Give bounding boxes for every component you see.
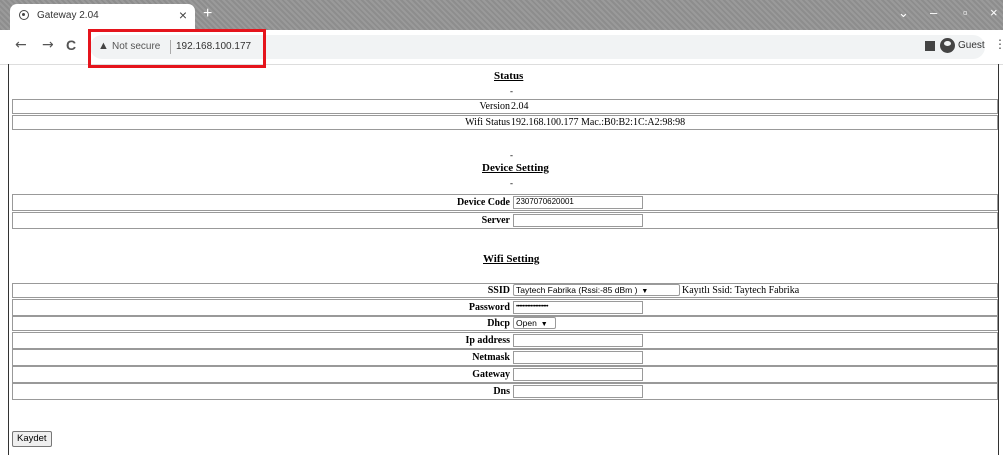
reload-icon[interactable]: C bbox=[66, 37, 76, 53]
gateway-row: Gateway bbox=[12, 366, 998, 383]
netmask-input[interactable] bbox=[513, 351, 643, 364]
server-input[interactable] bbox=[513, 214, 643, 227]
wifi-status-value: 192.168.100.177 Mac.:B0:B2:1C:A2:98:98 bbox=[511, 117, 686, 128]
globe-icon bbox=[19, 10, 29, 20]
save-button[interactable]: Kaydet bbox=[12, 431, 52, 447]
side-panel-icon[interactable] bbox=[925, 41, 935, 51]
wifi-status-label: Wifi Status bbox=[465, 117, 510, 128]
saved-ssid-note: Kayıtlı Ssid: Taytech Fabrika bbox=[682, 285, 800, 296]
server-label: Server bbox=[481, 215, 510, 226]
device-code-input[interactable]: 2307070620001 bbox=[513, 196, 643, 209]
minimize-icon[interactable]: – bbox=[930, 5, 937, 20]
device-code-label: Device Code bbox=[456, 197, 510, 208]
version-label: Version bbox=[479, 101, 510, 112]
chevron-down-icon: ▼ bbox=[641, 288, 649, 295]
tab-search-icon[interactable]: ⌄ bbox=[898, 5, 909, 21]
server-row: Server bbox=[12, 212, 998, 229]
browser-tab[interactable]: Gateway 2.04 × bbox=[10, 4, 195, 30]
password-input[interactable]: •••••••••••••••••••• bbox=[513, 301, 643, 314]
gateway-input[interactable] bbox=[513, 368, 643, 381]
ip-address-label: Ip address bbox=[465, 335, 510, 346]
page-frame-right bbox=[998, 64, 999, 455]
dhcp-row: Dhcp Open ▼ bbox=[12, 316, 998, 331]
page-frame-left bbox=[8, 64, 9, 455]
device-dash-bottom: - bbox=[510, 178, 513, 188]
password-label: Password bbox=[468, 302, 510, 313]
profile-avatar-icon[interactable] bbox=[940, 38, 955, 53]
device-dash-top: - bbox=[510, 150, 513, 160]
dns-label: Dns bbox=[493, 386, 510, 397]
status-heading: Status bbox=[494, 70, 524, 82]
chevron-down-icon: ▼ bbox=[540, 321, 548, 328]
version-value: 2.04 bbox=[511, 101, 529, 112]
status-dash: - bbox=[510, 86, 513, 96]
ssid-row: SSID Taytech Fabrika (Rssi:-85 dBm ) ▼ Ka… bbox=[12, 283, 998, 298]
dns-input[interactable] bbox=[513, 385, 643, 398]
device-code-row: Device Code 2307070620001 bbox=[12, 194, 998, 211]
tab-close-icon[interactable]: × bbox=[179, 7, 187, 23]
ssid-label: SSID bbox=[487, 285, 510, 296]
version-row: Version 2.04 bbox=[12, 99, 998, 114]
new-tab-button[interactable]: + bbox=[203, 5, 212, 23]
tab-strip: Gateway 2.04 × + ⌄ – ▫ × bbox=[0, 0, 1003, 30]
profile-label[interactable]: Guest bbox=[958, 40, 985, 51]
ssid-selected-value: Taytech Fabrika (Rssi:-85 dBm ) bbox=[516, 285, 638, 295]
dns-row: Dns bbox=[12, 383, 998, 400]
password-row: Password •••••••••••••••••••• bbox=[12, 299, 998, 316]
close-window-icon[interactable]: × bbox=[990, 5, 998, 20]
netmask-row: Netmask bbox=[12, 349, 998, 366]
tab-title: Gateway 2.04 bbox=[37, 10, 99, 21]
menu-icon[interactable]: ⋮ bbox=[994, 37, 1003, 51]
maximize-icon[interactable]: ▫ bbox=[963, 5, 968, 20]
ip-address-input[interactable] bbox=[513, 334, 643, 347]
ip-address-row: Ip address bbox=[12, 332, 998, 349]
dhcp-selected-value: Open bbox=[516, 318, 537, 328]
device-setting-heading: Device Setting bbox=[482, 162, 549, 174]
highlight-box bbox=[88, 29, 266, 68]
dhcp-label: Dhcp bbox=[487, 318, 510, 329]
back-icon[interactable]: ← bbox=[15, 37, 27, 53]
wifi-setting-heading: Wifi Setting bbox=[483, 253, 540, 265]
wifi-status-row: Wifi Status 192.168.100.177 Mac.:B0:B2:1… bbox=[12, 115, 998, 130]
netmask-label: Netmask bbox=[472, 352, 510, 363]
forward-icon[interactable]: → bbox=[42, 37, 54, 53]
ssid-select[interactable]: Taytech Fabrika (Rssi:-85 dBm ) ▼ bbox=[513, 284, 680, 296]
dhcp-select[interactable]: Open ▼ bbox=[513, 317, 556, 329]
gateway-label: Gateway bbox=[472, 369, 510, 380]
